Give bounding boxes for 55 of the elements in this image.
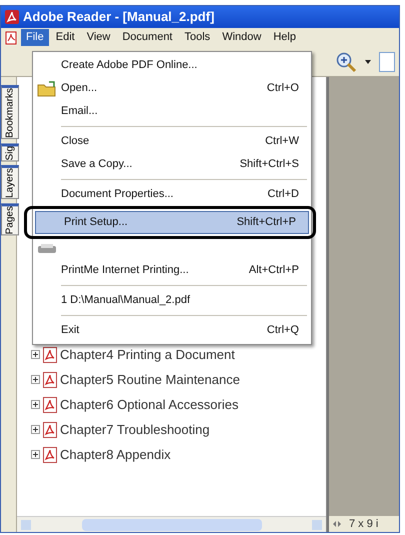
pdf-icon: [43, 422, 57, 438]
pdf-icon: [43, 346, 57, 362]
horizontal-scrollbar[interactable]: [17, 516, 326, 532]
side-tab[interactable]: Pages: [1, 203, 19, 236]
menu-item[interactable]: Close Ctrl+W: [33, 130, 311, 153]
expand-icon[interactable]: [31, 425, 40, 434]
menu-tab[interactable]: File: [21, 29, 49, 46]
menu-item[interactable]: Open... Ctrl+O: [33, 77, 311, 100]
side-tab[interactable]: Bookmarks: [1, 85, 19, 140]
pdf-icon: [43, 446, 57, 462]
menu-tab[interactable]: Edit: [50, 29, 80, 46]
printer-icon: [37, 244, 57, 254]
bookmark-item[interactable]: Chapter7 Troubleshooting: [60, 420, 210, 440]
expand-icon[interactable]: [31, 350, 40, 359]
pdf-icon: [43, 396, 57, 412]
menu-item[interactable]: Document Properties... Ctrl+D: [33, 183, 311, 206]
zoom-in-icon[interactable]: [335, 50, 357, 72]
shortcut-label: Shift+Ctrl+S: [240, 157, 299, 172]
bookmark-item[interactable]: Chapter4 Printing a Document: [60, 344, 235, 364]
dropdown-arrow-icon[interactable]: [365, 60, 371, 64]
bookmark-item[interactable]: Chapter5 Routine Maintenance: [60, 370, 240, 390]
menu-item[interactable]: Create Adobe PDF Online...: [33, 54, 311, 77]
menu-tab[interactable]: Help: [268, 29, 301, 46]
menu-item[interactable]: Email...: [33, 100, 311, 123]
expand-icon[interactable]: [31, 450, 40, 459]
menu-tab[interactable]: View: [82, 29, 116, 46]
resize-arrows-icon[interactable]: [333, 520, 341, 528]
window-title: Adobe Reader - [Manual_2.pdf]: [23, 8, 214, 26]
menu-item[interactable]: Save a Copy... Shift+Ctrl+S: [33, 153, 311, 176]
pdf-icon: [43, 372, 57, 388]
expand-icon[interactable]: [31, 400, 40, 409]
shortcut-label: Ctrl+O: [266, 81, 299, 96]
menu-tab[interactable]: Window: [217, 29, 266, 46]
page-icon[interactable]: [379, 52, 395, 72]
menu-tab[interactable]: Tools: [180, 29, 216, 46]
scroll-thumb[interactable]: [82, 518, 262, 530]
menu-item[interactable]: Exit Ctrl+Q: [33, 319, 311, 342]
menu-item[interactable]: Print Setup... Shift+Ctrl+P: [35, 211, 309, 234]
shortcut-label: Ctrl+Q: [266, 323, 299, 338]
menu-tab[interactable]: Document: [117, 29, 178, 46]
shortcut-label: Ctrl+D: [268, 187, 299, 202]
bookmark-item[interactable]: Chapter6 Optional Accessories: [60, 394, 238, 414]
side-tab[interactable]: Sig: [1, 143, 19, 162]
bookmark-item[interactable]: Chapter8 Appendix: [60, 444, 171, 464]
document-icon: [5, 30, 19, 44]
menu-item[interactable]: PrintMe Internet Printing... Alt+Ctrl+P: [33, 259, 311, 282]
app-logo-icon: [5, 10, 19, 24]
page-size-label: 7 x 9 i: [349, 516, 378, 532]
shortcut-label: Ctrl+W: [265, 134, 299, 150]
menu-item[interactable]: 1 D:\Manual\Manual_2.pdf: [33, 289, 311, 312]
shortcut-label: Alt+Ctrl+P: [248, 263, 299, 278]
expand-icon[interactable]: [31, 375, 40, 384]
side-tab[interactable]: Layers: [1, 165, 19, 200]
folder-icon: [37, 80, 57, 96]
shortcut-label: Shift+Ctrl+P: [236, 215, 296, 230]
